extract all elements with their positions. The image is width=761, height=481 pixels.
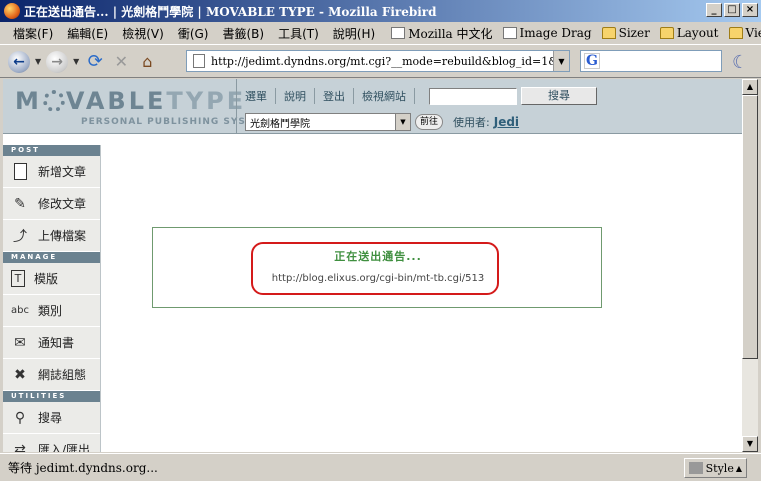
firebird-app-icon — [4, 3, 20, 19]
menu-bookmarks[interactable]: 書籤(B) — [215, 25, 271, 42]
blog-switcher: 光劍格鬥學院 ▼ 前往 使用者: Jedi — [245, 113, 519, 131]
menu-help[interactable]: 說明(H) — [326, 25, 382, 42]
import-export-icon: ⇄ — [14, 441, 26, 453]
status-text: 等待 jedimt.dyndns.org... — [8, 461, 158, 475]
sidebar-item-import-export[interactable]: ⇄ 匯入/匯出 — [3, 434, 100, 452]
sidebar-item-templates[interactable]: T 模版 — [3, 263, 100, 295]
menu-tools[interactable]: 工具(T) — [271, 25, 326, 42]
header-divider — [236, 79, 237, 134]
forward-button[interactable]: → — [44, 49, 70, 75]
sidebar-section-manage: MANAGE — [3, 252, 100, 263]
search-icon: ⚲ — [14, 409, 26, 426]
style-switcher-button[interactable]: Style ▲ — [683, 458, 747, 478]
sidebar-item-search[interactable]: ⚲ 搜尋 — [3, 402, 100, 434]
nav-menu-link[interactable]: 選單 — [245, 88, 276, 104]
category-icon: abc — [11, 305, 29, 316]
sidebar-item-notifications[interactable]: ✉ 通知書 — [3, 327, 100, 359]
folder-icon — [601, 27, 616, 39]
user-name-link[interactable]: Jedi — [494, 115, 519, 129]
scroll-down-button[interactable]: ▼ — [742, 436, 758, 452]
page-icon — [391, 27, 406, 39]
folder-icon — [728, 27, 743, 39]
folder-icon — [659, 27, 674, 39]
back-history-dropdown[interactable]: ▼ — [35, 57, 41, 66]
page-proxy-icon — [193, 54, 205, 68]
mt-top-nav: 選單 說明 登出 檢視網站 搜尋 — [245, 87, 597, 105]
minimize-button[interactable]: _ — [706, 3, 722, 17]
bookmark-view[interactable]: View — [724, 26, 761, 40]
maximize-button[interactable]: □ — [724, 3, 740, 17]
stop-button[interactable]: ✕ — [108, 49, 134, 75]
menu-go[interactable]: 衝(G) — [171, 25, 216, 42]
menu-edit[interactable]: 編輯(E) — [60, 25, 115, 42]
stylesheet-icon — [688, 462, 703, 474]
page-content: M VABLETYPE PERSONAL PUBLISHING SYSTEM 選單… — [3, 79, 742, 452]
sidebar-item-new-entry[interactable]: 新增文章 — [3, 156, 100, 188]
blog-select[interactable]: 光劍格鬥學院 ▼ — [245, 113, 411, 131]
window-controls: _ □ × — [706, 3, 758, 17]
bookmark-layout[interactable]: Layout — [655, 26, 724, 40]
window-title: 正在送出通告... | 光劍格鬥學院 | MOVABLE TYPE - Mozi… — [24, 4, 437, 19]
chevron-down-icon: ▼ — [395, 114, 410, 130]
go-button[interactable]: 前往 — [415, 114, 444, 130]
page-icon — [502, 27, 517, 39]
vertical-scrollbar[interactable]: ▲ ▼ — [742, 79, 758, 452]
sidebar-item-categories[interactable]: abc 類別 — [3, 295, 100, 327]
sidebar-item-upload[interactable]: ⤴ 上傳檔案 — [3, 220, 100, 252]
config-icon: ✖ — [14, 366, 26, 383]
title-bar: 正在送出通告... | 光劍格鬥學院 | MOVABLE TYPE - Mozi… — [0, 0, 761, 22]
nav-help-link[interactable]: 說明 — [276, 88, 315, 104]
mt-header: M VABLETYPE PERSONAL PUBLISHING SYSTEM 選單… — [3, 79, 742, 134]
menu-file[interactable]: 檔案(F) — [6, 25, 60, 42]
scroll-up-button[interactable]: ▲ — [742, 79, 758, 95]
forward-arrow-icon: → — [46, 50, 69, 73]
home-button[interactable]: ⌂ — [134, 49, 160, 75]
bookmark-image-drag[interactable]: Image Drag — [498, 26, 597, 40]
web-search-box[interactable]: G — [580, 50, 722, 72]
upload-icon: ⤴ — [13, 228, 27, 245]
home-icon: ⌂ — [142, 52, 153, 71]
forward-history-dropdown[interactable]: ▼ — [73, 57, 79, 66]
scroll-thumb[interactable] — [742, 95, 758, 359]
user-label: 使用者: — [453, 116, 490, 129]
nav-view-site-link[interactable]: 檢視網站 — [354, 88, 415, 104]
mt-search-input[interactable] — [429, 87, 517, 105]
nav-logout-link[interactable]: 登出 — [315, 88, 354, 104]
navigation-toolbar: ← ▼ → ▼ ⟳ ✕ ⌂ http://jedimt.dyndns.org/m… — [0, 46, 761, 78]
reload-icon: ⟳ — [87, 51, 103, 72]
google-icon[interactable]: G — [584, 53, 600, 69]
new-entry-icon — [11, 163, 29, 181]
bookmark-mozilla-zh[interactable]: Mozilla 中文化 — [386, 25, 497, 42]
movable-type-logo: M VABLETYPE PERSONAL PUBLISHING SYSTEM — [15, 87, 271, 127]
mt-search-button[interactable]: 搜尋 — [521, 87, 597, 105]
stop-icon: ✕ — [114, 52, 129, 71]
trackback-url: http://blog.elixus.org/cgi-bin/mt-tb.cgi… — [271, 273, 485, 284]
address-input[interactable]: http://jedimt.dyndns.org/mt.cgi?__mode=r… — [211, 55, 553, 68]
address-dropdown[interactable]: ▼ — [553, 51, 569, 71]
notification-icon: ✉ — [14, 334, 26, 351]
back-arrow-icon: ← — [8, 50, 30, 73]
throbber-icon: ☾ — [732, 52, 749, 73]
chevron-up-icon: ▲ — [735, 463, 742, 473]
template-icon: T — [11, 270, 25, 287]
ping-status-box: 正在送出通告... http://blog.elixus.org/cgi-bin… — [152, 227, 602, 308]
bookmark-sizer[interactable]: Sizer — [597, 26, 655, 40]
sidebar-item-edit-entries[interactable]: ✎ 修改文章 — [3, 188, 100, 220]
close-button[interactable]: × — [742, 3, 758, 17]
sidebar-item-blog-config[interactable]: ✖ 網誌組態 — [3, 359, 100, 391]
edit-entry-icon: ✎ — [14, 195, 26, 212]
reload-button[interactable]: ⟳ — [82, 49, 108, 75]
sidebar-section-post: POST — [3, 145, 100, 156]
address-bar[interactable]: http://jedimt.dyndns.org/mt.cgi?__mode=r… — [186, 50, 570, 72]
mt-sidebar: POST 新增文章 ✎ 修改文章 ⤴ 上傳檔案 MANAGE T 模版 abc … — [3, 145, 101, 452]
back-button[interactable]: ← — [6, 49, 32, 75]
status-bar: 等待 jedimt.dyndns.org... Style ▲ — [0, 453, 761, 481]
status-title: 正在送出通告... — [334, 250, 422, 263]
gear-icon — [42, 90, 65, 112]
sidebar-section-utilities: UTILITIES — [3, 391, 100, 402]
menu-bar: 檔案(F) 編輯(E) 檢視(V) 衝(G) 書籤(B) 工具(T) 說明(H)… — [0, 22, 761, 45]
menu-view[interactable]: 檢視(V) — [115, 25, 171, 42]
bookmarks-toolbar: Mozilla 中文化 Image Drag Sizer Layout View — [386, 25, 761, 42]
